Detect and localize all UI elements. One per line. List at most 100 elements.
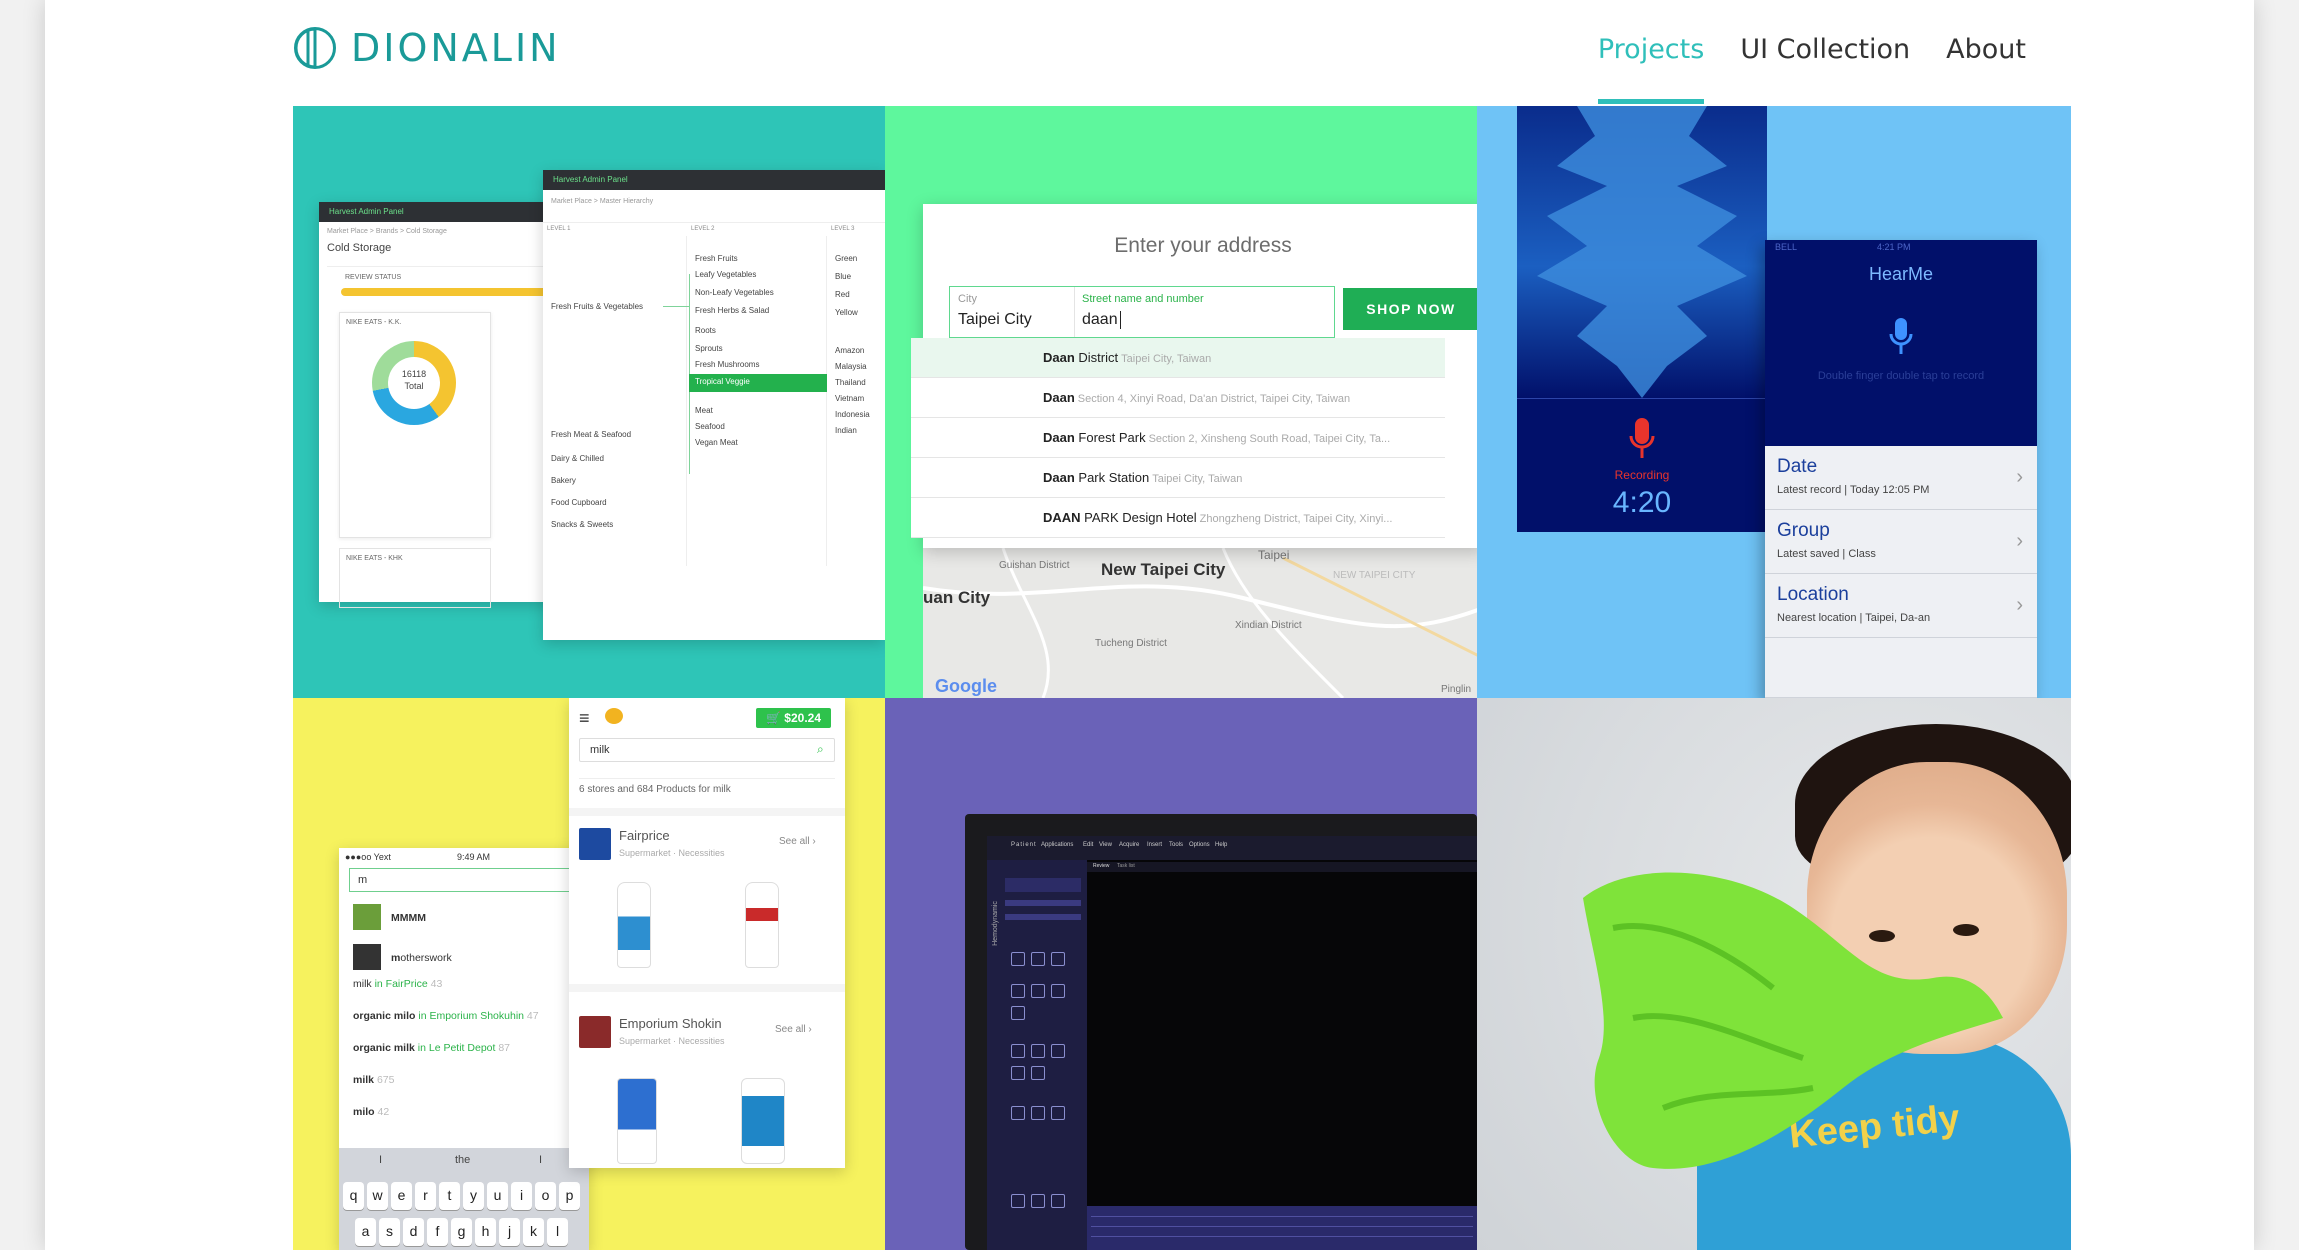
menu-item-help[interactable]: Help — [1215, 842, 1227, 848]
l3-item[interactable]: Malaysia — [835, 362, 867, 371]
key[interactable]: a — [355, 1218, 376, 1246]
tool-icon[interactable] — [1031, 1066, 1045, 1080]
result-name[interactable]: MMMM — [391, 912, 426, 924]
patient-card[interactable] — [1005, 878, 1081, 892]
product-image[interactable] — [741, 1078, 785, 1164]
brand-logo[interactable]: DIONALIN — [293, 26, 561, 70]
suggestion-row[interactable]: milk in FairPrice 43 — [353, 978, 442, 990]
l2-item[interactable]: Roots — [695, 326, 716, 335]
nav-about[interactable]: About — [1946, 34, 2026, 104]
l2-item[interactable]: Non-Leafy Vegetables — [695, 288, 774, 297]
store-name[interactable]: Fairprice — [619, 828, 670, 843]
key[interactable]: d — [403, 1218, 424, 1246]
store-card[interactable]: NIKE EATS - KHK — [339, 548, 491, 608]
key[interactable]: p — [559, 1182, 580, 1210]
key[interactable]: u — [487, 1182, 508, 1210]
result-name[interactable]: motherswork — [391, 952, 452, 964]
suggestion-row[interactable]: organic milk in Le Petit Depot 87 — [353, 1042, 510, 1054]
search-input[interactable]: m — [349, 868, 589, 892]
tool-icon[interactable] — [1051, 984, 1065, 998]
l3-item[interactable]: Blue — [835, 272, 851, 281]
key[interactable]: f — [427, 1218, 448, 1246]
tool-icon[interactable] — [1011, 952, 1025, 966]
product-image[interactable] — [617, 882, 651, 968]
tool-icon[interactable] — [1011, 1106, 1025, 1120]
suggestion-row[interactable]: milo 42 — [353, 1106, 389, 1118]
tool-icon[interactable] — [1011, 984, 1025, 998]
key[interactable]: o — [535, 1182, 556, 1210]
see-all-link[interactable]: See all › — [775, 1024, 812, 1035]
city-field[interactable]: Taipei City — [958, 311, 1032, 329]
key[interactable]: i — [511, 1182, 532, 1210]
store-name[interactable]: Emporium Shokin — [619, 1016, 722, 1031]
tool-icon[interactable] — [1031, 1194, 1045, 1208]
l3-item[interactable]: Vietnam — [835, 394, 864, 403]
l2-item[interactable]: Fresh Fruits — [695, 254, 738, 263]
suggestion-row[interactable]: organic milo in Emporium Shokuhin 47 — [353, 1010, 539, 1022]
menu-item-insert[interactable]: Insert — [1147, 842, 1162, 848]
street-field[interactable]: daan — [1082, 311, 1121, 329]
table-row[interactable] — [1091, 1226, 1473, 1227]
list-row[interactable] — [1765, 638, 2037, 698]
l2-item[interactable]: Fresh Herbs & Salad — [695, 306, 769, 315]
search-icon[interactable]: ⌕ — [817, 742, 824, 757]
menu-item-view[interactable]: View — [1099, 842, 1112, 848]
menu-item-edit[interactable]: Edit — [1083, 842, 1093, 848]
suggestion-row[interactable]: milk 675 — [353, 1074, 394, 1086]
keyboard-suggestion[interactable]: I — [379, 1154, 382, 1166]
menu-icon[interactable]: ≡ — [579, 708, 590, 729]
list-row-group[interactable]: Group Latest saved | Class › — [1765, 510, 2037, 574]
dropdown[interactable] — [1005, 914, 1081, 920]
dropdown[interactable] — [1005, 900, 1081, 906]
tool-icon[interactable] — [1011, 1194, 1025, 1208]
l1-item[interactable]: Snacks & Sweets — [551, 520, 613, 529]
l1-item[interactable]: Dairy & Chilled — [551, 454, 604, 463]
l2-item-selected[interactable]: Tropical Veggie — [689, 374, 827, 392]
list-row-location[interactable]: Location Nearest location | Taipei, Da-a… — [1765, 574, 2037, 638]
l1-item[interactable]: Fresh Fruits & Vegetables — [551, 302, 643, 311]
key[interactable]: r — [415, 1182, 436, 1210]
l2-item[interactable]: Meat — [695, 406, 713, 415]
keyboard-suggestion[interactable]: I — [539, 1154, 542, 1166]
key[interactable]: y — [463, 1182, 484, 1210]
tool-icon[interactable] — [1051, 1044, 1065, 1058]
l3-item[interactable]: Amazon — [835, 346, 864, 355]
l3-item[interactable]: Indonesia — [835, 410, 870, 419]
key[interactable]: e — [391, 1182, 412, 1210]
key[interactable]: w — [367, 1182, 388, 1210]
l3-item[interactable]: Thailand — [835, 378, 866, 387]
key[interactable]: g — [451, 1218, 472, 1246]
l2-item[interactable]: Seafood — [695, 422, 725, 431]
suggestion-item[interactable]: DAAN PARK Design Hotel Zhongzheng Distric… — [911, 498, 1445, 538]
key[interactable]: l — [547, 1218, 568, 1246]
key[interactable]: h — [475, 1218, 496, 1246]
l2-item[interactable]: Fresh Mushrooms — [695, 360, 759, 369]
product-image[interactable] — [617, 1078, 657, 1164]
search-input[interactable]: milk — [579, 738, 835, 762]
microphone-icon[interactable] — [1888, 318, 1914, 358]
tool-icon[interactable] — [1031, 1106, 1045, 1120]
cart-button[interactable]: 🛒 $20.24 — [756, 708, 831, 728]
tool-icon[interactable] — [1051, 952, 1065, 966]
l1-item[interactable]: Bakery — [551, 476, 576, 485]
shop-now-button[interactable]: SHOP NOW — [1343, 288, 1477, 330]
tab-review[interactable]: Review — [1093, 863, 1109, 869]
l3-item[interactable]: Green — [835, 254, 857, 263]
store-card[interactable]: NIKE EATS - K.K. 16118 Total — [339, 312, 491, 538]
key[interactable]: k — [523, 1218, 544, 1246]
tool-icon[interactable] — [1011, 1066, 1025, 1080]
suggestion-item[interactable]: Daan Park Station Taipei City, Taiwan — [911, 458, 1445, 498]
nav-projects[interactable]: Projects — [1597, 34, 1705, 104]
l2-item[interactable]: Vegan Meat — [695, 438, 738, 447]
see-all-link[interactable]: See all › — [779, 836, 816, 847]
menu-item-options[interactable]: Options — [1189, 842, 1210, 848]
nav-ui-collection[interactable]: UI Collection — [1740, 34, 1910, 104]
project-tile-hemodynamic[interactable]: Patient Applications Edit View Acquire I… — [885, 698, 1477, 1250]
project-tile-grocery-search[interactable]: ●●●oo Yext 9:49 AM m MMMM motherswork mi… — [293, 698, 885, 1250]
key[interactable]: s — [379, 1218, 400, 1246]
menu-item-tools[interactable]: Tools — [1169, 842, 1183, 848]
tool-icon[interactable] — [1031, 984, 1045, 998]
project-tile-hearme[interactable]: Recording 4:20 BELL 4:21 PM HearMe Doubl… — [1477, 106, 2071, 698]
project-tile-photo[interactable]: Keep tidy — [1477, 698, 2071, 1250]
l3-item[interactable]: Indian — [835, 426, 857, 435]
